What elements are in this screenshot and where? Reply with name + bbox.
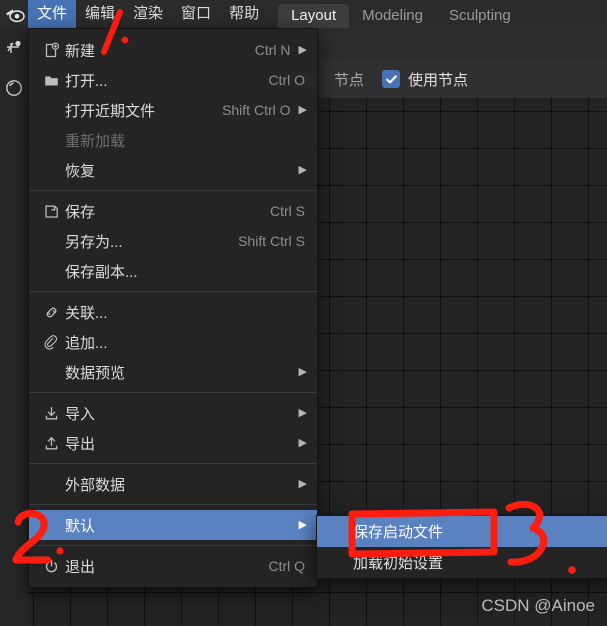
menu-item-external-data-label: 外部数据	[65, 476, 126, 494]
import-icon	[37, 405, 65, 422]
menu-item-save-as-label: 另存为...	[65, 233, 123, 251]
menu-item-recover-label: 恢复	[65, 162, 96, 180]
menu-item-save[interactable]: 保存 Ctrl S	[29, 196, 317, 226]
menu-item-open-recent[interactable]: 打开近期文件 Shift Ctrl O ▶	[29, 95, 317, 125]
menu-item-revert-label: 重新加载	[65, 132, 126, 150]
menu-item-save-copy[interactable]: 保存副本...	[29, 256, 317, 286]
menu-item-open-shortcut: Ctrl O	[268, 72, 305, 88]
link-icon	[37, 304, 65, 321]
menubar-item-window[interactable]: 窗口	[172, 0, 220, 28]
folder-open-icon	[37, 72, 65, 89]
menu-item-save-as-shortcut: Shift Ctrl S	[238, 233, 305, 249]
menu-item-external-data[interactable]: 外部数据 ▶	[29, 469, 317, 499]
menu-item-quit[interactable]: 退出 Ctrl Q	[29, 551, 317, 581]
tab-modeling[interactable]: Modeling	[349, 4, 436, 28]
use-nodes-checkbox[interactable]	[382, 70, 401, 88]
menu-item-data-previews-label: 数据预览	[65, 364, 126, 382]
tool-button-transform-cursor[interactable]	[0, 28, 28, 68]
defaults-submenu: 保存启动文件 加载初始设置	[316, 515, 607, 579]
submenu-item-save-startup-file[interactable]: 保存启动文件	[317, 516, 607, 547]
file-dropdown-menu: 新建 Ctrl N ▶ 打开... Ctrl O 打开近期文件 Shift Ct…	[28, 28, 318, 588]
menu-item-new[interactable]: 新建 Ctrl N ▶	[29, 35, 317, 65]
menu-separator	[29, 545, 317, 546]
menu-separator	[29, 504, 317, 505]
menubar-item-edit[interactable]: 编辑	[76, 0, 124, 28]
menu-separator	[29, 190, 317, 191]
menubar-item-help[interactable]: 帮助	[220, 0, 268, 28]
menu-item-append-label: 追加...	[65, 334, 108, 352]
header-node-menu[interactable]: 节点	[334, 69, 364, 90]
menu-bar: 文件 编辑 渲染 窗口 帮助 Layout Modeling Sculpting	[0, 0, 607, 28]
tab-sculpting[interactable]: Sculpting	[436, 4, 524, 28]
menu-item-append[interactable]: 追加...	[29, 327, 317, 357]
chevron-right-icon: ▶	[298, 163, 307, 176]
menu-separator	[29, 291, 317, 292]
sphere-shading-icon	[6, 80, 22, 96]
menubar-item-file[interactable]: 文件	[28, 0, 77, 28]
chevron-right-icon: ▶	[298, 103, 307, 116]
chevron-right-icon: ▶	[298, 365, 307, 378]
watermark-text: CSDN @Ainoe	[481, 596, 595, 615]
export-icon	[37, 435, 65, 452]
chevron-right-icon: ▶	[298, 406, 307, 419]
menu-item-open-label: 打开...	[65, 72, 108, 90]
menu-item-defaults[interactable]: 默认 ▶	[29, 510, 317, 540]
menu-item-revert: 重新加载	[29, 125, 317, 155]
chevron-right-icon: ▶	[298, 477, 307, 490]
blender-window: 物体 视图 选择 加 节点 使用节点	[0, 0, 607, 626]
menu-item-data-previews[interactable]: 数据预览 ▶	[29, 357, 317, 387]
menu-separator	[29, 463, 317, 464]
tab-layout[interactable]: Layout	[278, 4, 350, 28]
check-icon	[385, 74, 397, 83]
menu-item-defaults-label: 默认	[65, 517, 96, 535]
menu-item-import[interactable]: 导入 ▶	[29, 398, 317, 428]
menu-item-open-recent-shortcut: Shift Ctrl O	[222, 102, 291, 118]
submenu-item-load-factory-settings[interactable]: 加载初始设置	[317, 547, 607, 578]
workspace-tabs: Layout Modeling Sculpting	[278, 0, 524, 28]
menu-item-new-label: 新建	[65, 42, 96, 60]
menu-item-open-recent-label: 打开近期文件	[65, 102, 156, 120]
blender-logo-icon[interactable]	[2, 1, 28, 27]
menu-item-import-label: 导入	[65, 405, 96, 423]
chevron-right-icon: ▶	[298, 436, 307, 449]
power-icon	[37, 558, 65, 575]
menu-separator	[29, 392, 317, 393]
save-icon	[37, 203, 65, 220]
menubar-item-render[interactable]: 渲染	[124, 0, 172, 28]
menu-item-save-copy-label: 保存副本...	[65, 263, 138, 281]
tool-button-shading-sphere[interactable]	[0, 68, 28, 108]
transform-cursor-icon	[7, 40, 21, 53]
menu-item-save-shortcut: Ctrl S	[270, 203, 305, 219]
use-nodes-label: 使用节点	[408, 71, 469, 89]
menu-item-export[interactable]: 导出 ▶	[29, 428, 317, 458]
menu-item-recover[interactable]: 恢复 ▶	[29, 155, 317, 185]
menu-item-link-label: 关联...	[65, 304, 108, 322]
menu-item-export-label: 导出	[65, 435, 96, 453]
menu-item-open[interactable]: 打开... Ctrl O	[29, 65, 317, 95]
paperclip-icon	[37, 334, 65, 351]
new-file-icon	[37, 42, 65, 59]
menu-item-new-shortcut: Ctrl N	[254, 42, 291, 58]
chevron-right-icon: ▶	[298, 43, 307, 56]
menu-item-save-label: 保存	[65, 203, 96, 221]
menu-item-link[interactable]: 关联...	[29, 297, 317, 327]
menu-item-save-as[interactable]: 另存为... Shift Ctrl S	[29, 226, 317, 256]
blender-logo-glyph	[6, 9, 25, 23]
menu-item-quit-label: 退出	[65, 558, 96, 576]
left-toolbar	[0, 28, 28, 626]
menu-item-quit-shortcut: Ctrl Q	[268, 558, 305, 574]
chevron-right-icon: ▶	[298, 518, 307, 531]
